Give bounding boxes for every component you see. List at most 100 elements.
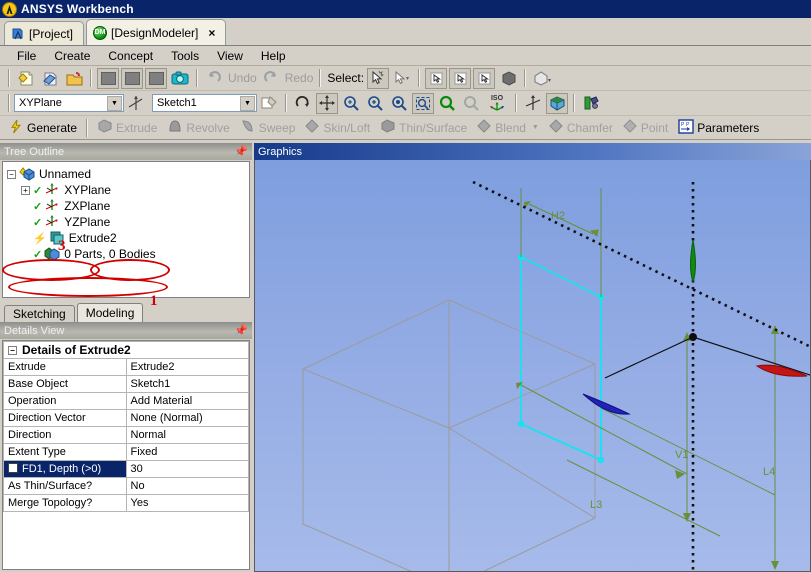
graphics-header: Graphics bbox=[254, 143, 811, 160]
chevron-down-icon[interactable]: ▼ bbox=[240, 95, 255, 111]
select-vertex-icon[interactable] bbox=[425, 67, 448, 89]
generate-button[interactable]: Generate bbox=[4, 118, 82, 138]
menu-item-create[interactable]: Create bbox=[45, 47, 99, 65]
new-plane-icon[interactable] bbox=[125, 93, 147, 114]
rotate-icon[interactable] bbox=[292, 93, 314, 114]
tab-modeling[interactable]: Modeling bbox=[76, 303, 144, 322]
table-row[interactable]: Direction Vector None (Normal) bbox=[3, 409, 249, 427]
table-row[interactable]: Extent Type Fixed bbox=[3, 443, 249, 461]
details-view-panel[interactable]: − Details of Extrude2 Extrude Extrude2 Ba… bbox=[2, 340, 250, 570]
table-row[interactable]: Operation Add Material bbox=[3, 392, 249, 410]
pin-icon[interactable]: 📌 bbox=[234, 145, 248, 158]
plane-selector[interactable]: XYPlane ▼ bbox=[14, 94, 124, 112]
parameter-checkbox[interactable] bbox=[8, 463, 18, 473]
details-group-header[interactable]: − Details of Extrude2 bbox=[3, 341, 249, 359]
parameters-label: Parameters bbox=[697, 120, 760, 135]
revolve-label: Revolve bbox=[186, 120, 230, 135]
pan-icon[interactable] bbox=[316, 92, 338, 114]
tab-project[interactable]: [Project] bbox=[4, 21, 85, 45]
camera-icon[interactable] bbox=[169, 68, 191, 89]
sketch-selector[interactable]: Sketch1 ▼ bbox=[152, 94, 257, 112]
previous-view-icon[interactable] bbox=[436, 93, 458, 114]
close-icon[interactable]: × bbox=[208, 26, 215, 40]
tree-item-zxplane[interactable]: ✓ ZXPlane bbox=[7, 198, 249, 214]
sweep-button[interactable]: Sweep bbox=[235, 118, 301, 138]
cursor-box-select-icon[interactable] bbox=[391, 68, 413, 89]
row-value[interactable]: Sketch1 bbox=[125, 375, 249, 393]
gray-button-icon[interactable] bbox=[97, 67, 119, 89]
menu-item-file[interactable]: File bbox=[8, 47, 45, 65]
cursor-single-select-icon[interactable] bbox=[367, 67, 390, 89]
zoom-in-icon[interactable] bbox=[364, 93, 386, 114]
extrude-button[interactable]: Extrude bbox=[92, 118, 162, 138]
tab-modeling-label: Modeling bbox=[85, 306, 135, 320]
row-value[interactable]: Add Material bbox=[125, 392, 249, 410]
table-row[interactable]: As Thin/Surface? No bbox=[3, 477, 249, 495]
look-at-face-icon[interactable] bbox=[522, 93, 544, 114]
depth-value-field[interactable]: 30 bbox=[125, 460, 249, 478]
refresh-file-icon[interactable] bbox=[39, 68, 61, 89]
table-row[interactable]: Extrude Extrude2 bbox=[3, 358, 249, 376]
revolve-button[interactable]: Revolve bbox=[162, 118, 234, 138]
select-face-icon[interactable] bbox=[473, 67, 496, 89]
pin-icon[interactable]: 📌 bbox=[234, 324, 248, 337]
table-row[interactable]: Base Object Sketch1 bbox=[3, 375, 249, 393]
toolbar-separator bbox=[515, 94, 517, 112]
display-model-icon[interactable] bbox=[546, 92, 568, 114]
point-button[interactable]: Point bbox=[618, 118, 673, 138]
tree-item-unnamed[interactable]: − Unnamed bbox=[7, 166, 249, 182]
row-value[interactable]: Normal bbox=[125, 426, 249, 444]
tree-item-yzplane[interactable]: ✓ YZPlane bbox=[7, 214, 249, 230]
isometric-view-icon[interactable]: ISO bbox=[484, 93, 510, 114]
table-row[interactable]: Merge Topology? Yes bbox=[3, 494, 249, 512]
row-value[interactable]: Extrude2 bbox=[125, 358, 249, 376]
extend-selection-icon[interactable] bbox=[531, 68, 553, 89]
chevron-down-icon[interactable]: ▼ bbox=[532, 124, 539, 131]
new-sketch-icon[interactable] bbox=[258, 93, 280, 114]
thin-surface-button[interactable]: Thin/Surface bbox=[375, 118, 472, 138]
menu-item-tools[interactable]: Tools bbox=[162, 47, 208, 65]
redo-icon bbox=[260, 68, 282, 89]
graphics-viewport[interactable]: H2 V1 L3 L4 bbox=[254, 160, 811, 572]
select-edge-icon[interactable] bbox=[449, 67, 472, 89]
collapse-icon[interactable]: − bbox=[7, 169, 16, 179]
gray-button-icon-3[interactable] bbox=[145, 67, 167, 89]
tree-item-xyplane[interactable]: + ✓ XYPlane bbox=[7, 182, 249, 198]
chevron-down-icon[interactable]: ▼ bbox=[107, 95, 122, 111]
zoom-icon[interactable] bbox=[340, 93, 362, 114]
gray-button-icon-2[interactable] bbox=[121, 67, 143, 89]
next-view-icon[interactable] bbox=[460, 93, 482, 114]
row-value[interactable]: Fixed bbox=[125, 443, 249, 461]
table-row-depth[interactable]: FD1, Depth (>0) 30 bbox=[3, 460, 249, 478]
menu-item-concept[interactable]: Concept bbox=[99, 47, 162, 65]
parameters-button[interactable]: P P Parameters bbox=[673, 118, 764, 138]
skin-loft-button[interactable]: Skin/Loft bbox=[300, 118, 375, 138]
tree-item-extrude2[interactable]: ⚡ Extrude2 bbox=[7, 230, 249, 246]
open-folder-icon[interactable] bbox=[63, 68, 85, 89]
check-icon: ✓ bbox=[33, 216, 43, 229]
tab-designmodeler[interactable]: DM [DesignModeler] × bbox=[86, 19, 227, 45]
row-value[interactable]: None (Normal) bbox=[125, 409, 249, 427]
table-row[interactable]: Direction Normal bbox=[3, 426, 249, 444]
row-value[interactable]: Yes bbox=[125, 494, 249, 512]
left-panel-column: Tree Outline 📌 − Unnamed + ✓ XYPlane ✓ Z… bbox=[0, 143, 252, 572]
display-plane-icon[interactable] bbox=[580, 93, 602, 114]
zoom-to-fit-icon[interactable] bbox=[412, 92, 434, 114]
new-file-icon[interactable] bbox=[15, 68, 37, 89]
menu-item-view[interactable]: View bbox=[208, 47, 252, 65]
point-icon bbox=[623, 119, 638, 136]
collapse-icon[interactable]: − bbox=[8, 346, 17, 356]
menu-item-help[interactable]: Help bbox=[252, 47, 295, 65]
toolbar-separator bbox=[285, 94, 287, 112]
chamfer-button[interactable]: Chamfer bbox=[544, 118, 618, 138]
row-value[interactable]: No bbox=[125, 477, 249, 495]
model-tree: − Unnamed + ✓ XYPlane ✓ ZXPlane ✓ YZPlan… bbox=[3, 162, 249, 262]
tab-sketching[interactable]: Sketching bbox=[4, 305, 75, 322]
box-zoom-icon[interactable] bbox=[388, 93, 410, 114]
blend-button[interactable]: Blend ▼ bbox=[472, 118, 544, 138]
chamfer-icon bbox=[549, 119, 564, 136]
tree-item-parts-bodies[interactable]: ✓ 0 Parts, 0 Bodies bbox=[7, 246, 249, 262]
select-body-icon[interactable] bbox=[497, 68, 519, 89]
expand-icon[interactable]: + bbox=[21, 185, 30, 195]
tree-outline-panel[interactable]: − Unnamed + ✓ XYPlane ✓ ZXPlane ✓ YZPlan… bbox=[2, 161, 250, 298]
